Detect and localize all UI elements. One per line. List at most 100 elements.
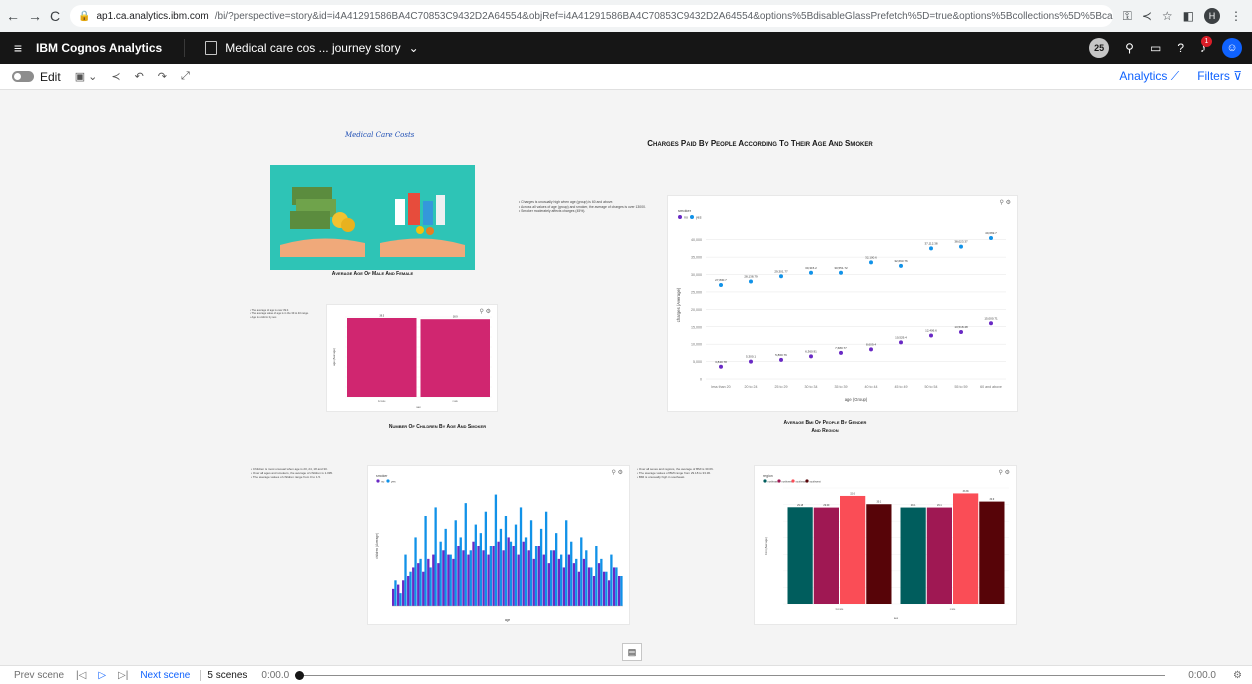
point-yes (809, 270, 813, 275)
analytics-label: Analytics (1119, 69, 1168, 83)
address-bar[interactable]: 🔒 ap1.ca.analytics.ibm.com/bi/?perspecti… (70, 5, 1113, 27)
key-icon[interactable]: ⚿ (1123, 9, 1132, 24)
skip-back-icon[interactable]: |◁ (76, 670, 86, 681)
help-icon[interactable]: ? (1177, 41, 1184, 55)
bar-no (472, 541, 475, 606)
legend-swatch (791, 479, 795, 483)
legend-label: yes (696, 216, 702, 220)
lock-icon: 🔒 (78, 10, 91, 22)
share-icon[interactable]: ≺ (1142, 9, 1152, 23)
profile-avatar[interactable]: H (1204, 8, 1220, 24)
bar-yes (610, 554, 613, 606)
avg-age-chart-card[interactable]: ⚲ ⚙ 39.5 female 38.9 male sex age (Average) (326, 304, 498, 412)
y-tick-label: 40,000 (691, 238, 702, 242)
app-header: ≡ IBM Cognos Analytics Medical care cos … (0, 32, 1252, 64)
data-label: 39.5 (379, 315, 384, 318)
bar-no (562, 567, 566, 606)
chart-controls-icon[interactable]: ⚲ ⚙ (480, 308, 491, 315)
y-tick-label: 0 (700, 378, 702, 382)
timeline-knob[interactable] (295, 670, 305, 680)
time-end: 0:00.0 (1188, 669, 1216, 681)
y-tick-label: 15,000 (691, 325, 702, 329)
point-no (869, 347, 873, 352)
bar-yes (585, 550, 588, 606)
bar-no (482, 550, 485, 606)
bar (900, 507, 926, 604)
analytics-button[interactable]: Analytics ⟋ (1119, 69, 1179, 84)
chevron-down-icon[interactable]: ⌄ (409, 41, 419, 55)
prev-scene-button[interactable]: Prev scene (0, 670, 64, 681)
hamburger-menu-icon[interactable]: ≡ (0, 40, 36, 56)
save-icon[interactable]: ▣ ⌄ (75, 70, 98, 83)
document-switcher[interactable]: Medical care cos ... journey story ⌄ (185, 41, 419, 55)
redo-icon[interactable]: ↷ (158, 70, 167, 83)
share-icon[interactable]: ≺ (111, 70, 120, 83)
x-tick-label: 45 to 49 (895, 385, 908, 389)
bar-yes (439, 541, 442, 606)
bar-yes (484, 511, 488, 606)
y-tick-label: 20,000 (691, 308, 702, 312)
data-label: 30.1 (877, 501, 882, 504)
legend-swatch-yes (690, 215, 694, 219)
point-no (899, 340, 903, 345)
bar-yes (499, 528, 503, 606)
chat-icon[interactable]: ▭ (1150, 41, 1161, 55)
bar (420, 319, 490, 397)
undo-icon[interactable]: ↶ (135, 70, 144, 83)
scatter-chart-card[interactable]: ⚲ ⚙ smoker no yes 40,000 35,000 30,000 25,000 2… (667, 195, 1018, 412)
bar (953, 493, 979, 604)
bar-no (617, 576, 621, 606)
skip-forward-icon[interactable]: ▷| (118, 670, 128, 681)
bar-yes (444, 528, 447, 606)
play-icon[interactable]: ▷ (98, 670, 106, 681)
chart-controls-icon[interactable]: ⚲ ⚙ (999, 469, 1010, 476)
bar-no (417, 563, 420, 606)
x-tick-label: female (836, 607, 844, 611)
timeline-track[interactable] (295, 670, 1166, 680)
expand-icon[interactable]: ⤢ (181, 70, 190, 83)
medical-costs-illustration (270, 165, 475, 270)
children-chart-card[interactable]: ⚲ ⚙ smoker no yes age children (Average) (367, 465, 630, 625)
bar-no (402, 580, 405, 606)
bell-icon[interactable]: ♪ 1 (1200, 36, 1212, 55)
bar-yes (539, 528, 543, 606)
url-host: ap1.ca.analytics.ibm.com (96, 10, 209, 22)
reload-icon[interactable]: C (50, 8, 60, 24)
bar (926, 507, 952, 604)
point-no (959, 329, 963, 334)
bar-yes (464, 503, 467, 606)
chart-controls-icon[interactable]: ⚲ ⚙ (612, 469, 623, 476)
data-label: 12,406.6 (925, 328, 937, 332)
brand-name: IBM Cognos Analytics (36, 39, 186, 57)
sidepanel-icon[interactable]: ◧ (1183, 9, 1194, 23)
next-scene-button[interactable]: Next scene (140, 670, 190, 681)
bar-no (457, 546, 460, 606)
bmi-chart-card[interactable]: ⚲ ⚙ region northeast northwest southeast sou… (754, 465, 1017, 625)
star-icon[interactable]: ☆ (1162, 9, 1173, 23)
children-bar-chart: smokerno yes age children (Average) (375, 474, 623, 622)
bar-no (512, 546, 515, 606)
x-tick-label: 50 to 54 (925, 385, 938, 389)
chart-line-icon: ⟋ (1170, 69, 1180, 83)
legend-swatch-no (678, 215, 682, 219)
point-yes (749, 279, 753, 284)
chart-controls-icon[interactable]: ⚲ ⚙ (1000, 199, 1011, 206)
bar-yes (494, 494, 498, 606)
data-label: 3,840.78 (715, 360, 727, 364)
kebab-menu-icon[interactable]: ⋮ (1230, 9, 1242, 23)
bar-no (442, 550, 445, 606)
notification-count-badge[interactable]: 25 (1089, 38, 1110, 58)
data-label: 27,830.7 (715, 278, 727, 282)
search-icon[interactable]: ⚲ (1125, 41, 1134, 55)
bar-yes (454, 520, 457, 606)
forward-arrow-icon[interactable]: → (28, 8, 42, 24)
back-arrow-icon[interactable]: ← (6, 8, 20, 24)
edit-toggle[interactable] (12, 71, 34, 82)
filters-button[interactable]: Filters ⊽ (1197, 69, 1242, 84)
notes-panel-icon[interactable]: ▤ (622, 643, 642, 661)
user-avatar-icon[interactable]: ☺ (1222, 38, 1242, 58)
bar-yes (424, 516, 427, 606)
settings-icon[interactable]: ⚙ (1233, 670, 1242, 681)
legend-label: northeast (768, 480, 779, 483)
data-label: 15,000.71 (984, 316, 998, 320)
